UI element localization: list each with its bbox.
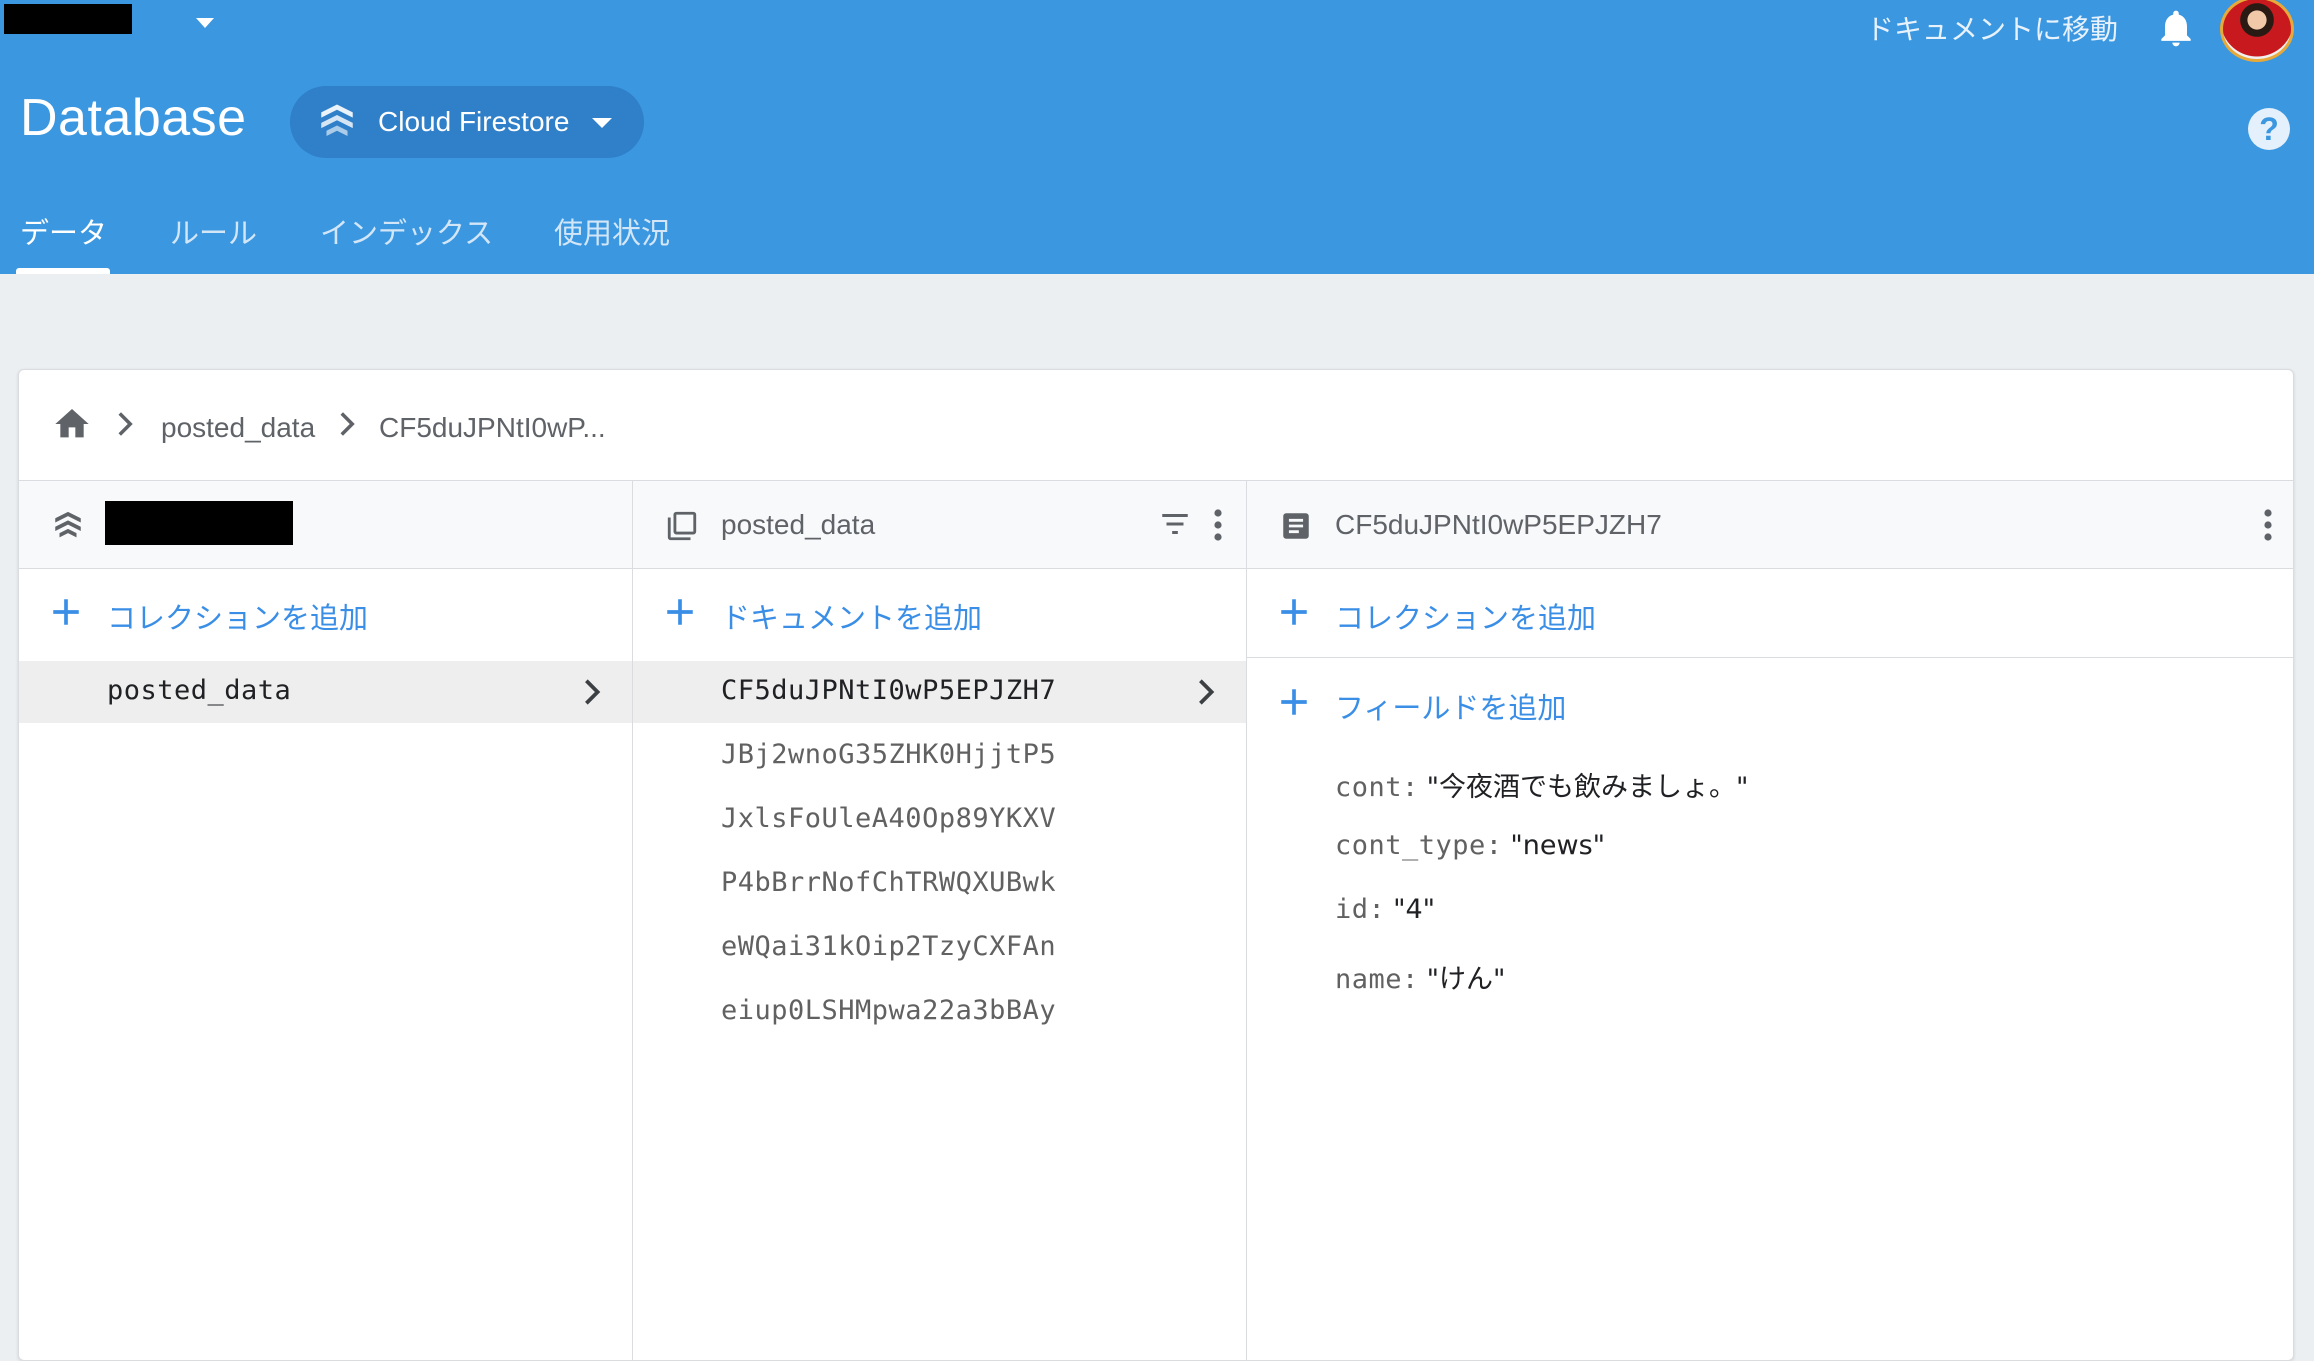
firestore-stack-icon [55,511,81,538]
list-item[interactable]: posted_data [19,661,632,723]
field-row[interactable]: cont: "今夜酒でも飲みましょ。" [1335,765,1748,804]
field-key: cont_type: [1335,830,1503,861]
field-key: id: [1335,894,1386,925]
document-icon [1283,513,1309,539]
add-icon [1281,599,1307,625]
chevron-down-icon [592,118,612,128]
tab-indexes[interactable]: インデックス [320,210,493,252]
document-id: P4bBrrNofChTRWQXUBwk [721,867,1057,898]
top-app-bar: ドキュメントに移動 Database Cloud Firestore ? データ… [0,0,2314,274]
filter-icon[interactable] [1155,507,1195,541]
collection-title: posted_data [721,509,876,540]
go-to-docs-link[interactable]: ドキュメントに移動 [1866,8,2118,48]
field-row[interactable]: id: "4" [1335,893,1435,925]
add-document-label: ドキュメントを追加 [721,603,983,635]
tab-bar: データ ルール インデックス 使用状況 [0,206,800,274]
tab-usage[interactable]: 使用状況 [554,210,670,252]
add-icon [667,599,693,625]
field-row[interactable]: cont_type: "news" [1335,829,1605,861]
more-vert-icon[interactable] [1211,507,1225,543]
firestore-stack-icon [321,104,353,136]
notifications-icon[interactable] [2154,6,2198,50]
add-field-label: フィールドを追加 [1335,693,1567,725]
add-field-button[interactable]: フィールドを追加 [1247,659,2293,747]
page-title: Database [20,89,247,147]
list-item[interactable]: eiup0LSHMpwa22a3bBAy [633,981,1246,1043]
add-subcollection-button[interactable]: コレクションを追加 [1247,569,2293,657]
divider [1247,657,2293,658]
list-item[interactable]: P4bBrrNofChTRWQXUBwk [633,853,1246,915]
field-value: "news" [1510,830,1606,861]
collection-icon [667,511,697,541]
field-row[interactable]: name: "けん" [1335,957,1505,996]
add-collection-button[interactable]: コレクションを追加 [19,569,632,657]
breadcrumb-item-collection[interactable]: posted_data [161,412,315,444]
list-item[interactable]: JBj2wnoG35ZHK0HjjtP5 [633,725,1246,787]
chevron-right-icon [118,412,133,436]
add-icon [1281,689,1307,715]
product-selector-label: Cloud Firestore [378,106,570,137]
root-column-header [19,481,632,569]
chevron-right-icon [1199,679,1215,705]
collection-column: posted_data ドキュメントを追加 CF5duJPNtI0wP5EPJZ… [633,481,1247,1361]
active-tab-indicator [16,268,110,274]
account-avatar[interactable] [2220,0,2294,62]
database-name-redacted [105,501,293,545]
field-key: cont: [1335,772,1419,803]
field-value: "今夜酒でも飲みましょ。" [1426,772,1749,803]
add-icon [53,599,79,625]
list-item[interactable]: eWQai31kOip2TzyCXFAn [633,917,1246,979]
add-collection-label: コレクションを追加 [107,603,369,635]
field-key: name: [1335,964,1419,995]
document-id: JxlsFoUleA40Op89YKXV [721,803,1057,834]
data-viewer-panel: posted_data CF5duJPNtI0wP... コレクションを追加 p… [18,369,2294,1361]
chevron-right-icon [340,412,355,436]
field-value: "4" [1393,894,1436,925]
breadcrumb-item-document[interactable]: CF5duJPNtI0wP... [379,412,606,444]
help-icon[interactable]: ? [2248,108,2290,150]
chevron-right-icon [585,679,601,705]
home-icon[interactable] [51,404,93,444]
document-column-header: CF5duJPNtI0wP5EPJZH7 [1247,481,2293,569]
add-subcollection-label: コレクションを追加 [1335,603,1597,635]
document-id: JBj2wnoG35ZHK0HjjtP5 [721,739,1057,770]
more-vert-icon[interactable] [2261,507,2275,543]
tab-data[interactable]: データ [20,210,107,252]
add-document-button[interactable]: ドキュメントを追加 [633,569,1246,657]
document-column: CF5duJPNtI0wP5EPJZH7 コレクションを追加 フィールドを追加 … [1247,481,2293,1361]
list-item[interactable]: JxlsFoUleA40Op89YKXV [633,789,1246,851]
breadcrumb: posted_data CF5duJPNtI0wP... [19,370,2293,481]
document-id: eiup0LSHMpwa22a3bBAy [721,995,1057,1026]
project-name-redacted[interactable] [4,4,132,34]
list-item[interactable]: CF5duJPNtI0wP5EPJZH7 [633,661,1246,723]
document-id: CF5duJPNtI0wP5EPJZH7 [721,675,1057,706]
document-title: CF5duJPNtI0wP5EPJZH7 [1335,509,1662,540]
collection-name: posted_data [107,675,292,706]
product-selector[interactable]: Cloud Firestore [290,86,644,158]
document-id: eWQai31kOip2TzyCXFAn [721,931,1057,962]
collection-column-header: posted_data [633,481,1246,569]
field-value: "けん" [1426,964,1506,995]
tab-rules[interactable]: ルール [170,210,257,252]
root-column: コレクションを追加 posted_data [19,481,633,1361]
project-dropdown-icon[interactable] [196,18,214,28]
